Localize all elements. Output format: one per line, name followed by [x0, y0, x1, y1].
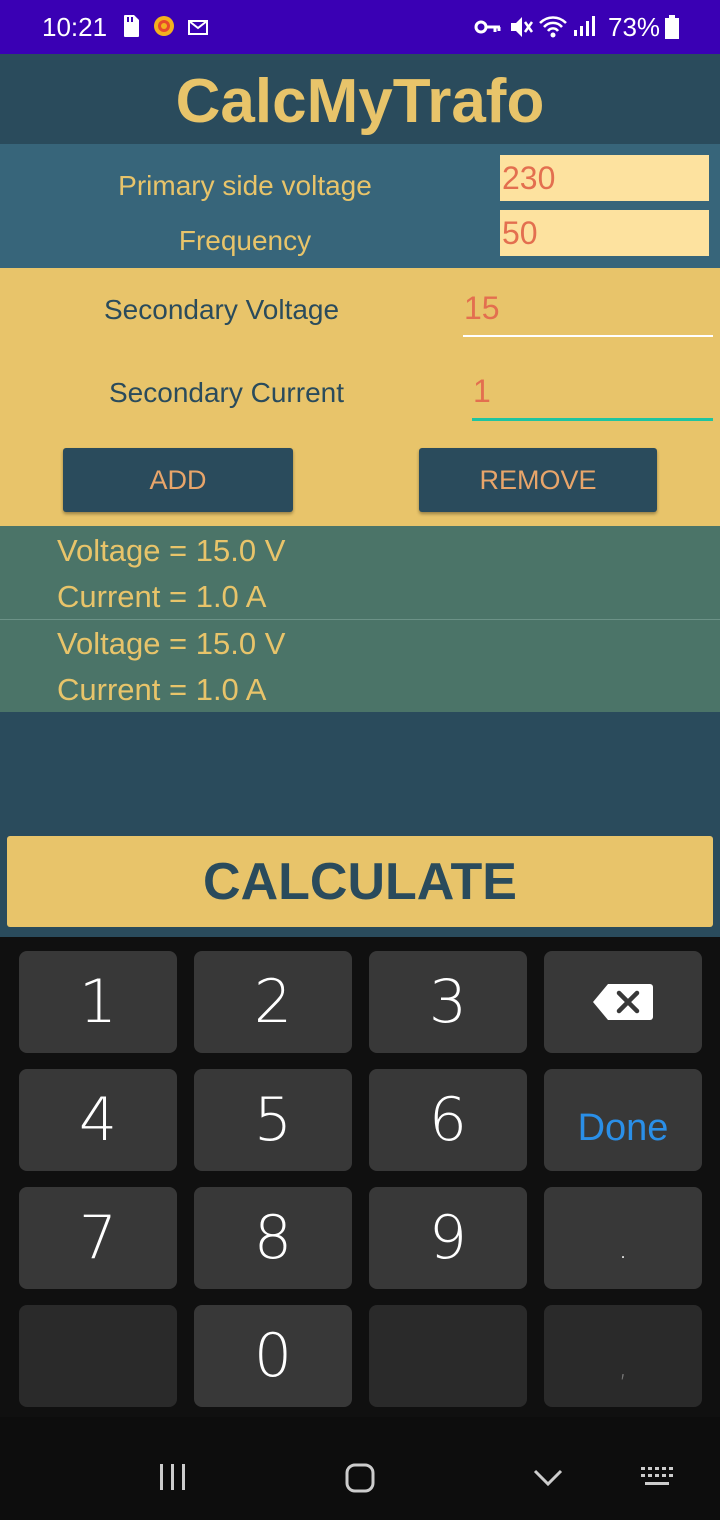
frequency-label: Frequency [178, 225, 312, 256]
backspace-key[interactable] [544, 951, 702, 1053]
key-empty-right [369, 1305, 527, 1407]
navigation-bar [0, 1417, 720, 1520]
key-comma[interactable]: , [544, 1305, 702, 1407]
sd-card-icon [124, 15, 139, 37]
secondary-voltage-input[interactable]: 15 [464, 290, 500, 327]
winding-voltage: Voltage = 15.0 V [57, 626, 286, 661]
remove-button[interactable]: REMOVE [419, 448, 657, 512]
app-header: CalcMyTrafo [0, 54, 720, 144]
secondary-current-underline [472, 418, 713, 421]
key-0[interactable]: 0 [194, 1305, 352, 1407]
windings-list: Voltage = 15.0 V Current = 1.0 A Voltage… [0, 526, 720, 712]
winding-current: Current = 1.0 A [57, 672, 267, 707]
key-5[interactable]: 5 [194, 1069, 352, 1171]
list-item[interactable]: Voltage = 15.0 V Current = 1.0 A [0, 526, 720, 619]
backspace-icon [593, 984, 653, 1020]
calculate-button[interactable]: CALCULATE [7, 836, 713, 927]
comma-label: , [618, 1349, 628, 1384]
frequency-input[interactable]: 50 [500, 210, 709, 256]
battery-percent: 73% [608, 12, 661, 42]
mute-icon [511, 17, 534, 37]
home-icon[interactable] [344, 1462, 376, 1494]
mail-icon [188, 20, 208, 35]
key-8[interactable]: 8 [194, 1187, 352, 1289]
key-empty-left [19, 1305, 177, 1407]
secondary-current-input[interactable]: 1 [473, 373, 491, 410]
secondary-voltage-underline [463, 335, 713, 337]
secondary-current-label: Secondary Current [109, 377, 345, 408]
key-4[interactable]: 4 [19, 1069, 177, 1171]
chevron-down-icon[interactable] [532, 1467, 564, 1487]
winding-current: Current = 1.0 A [57, 579, 267, 614]
done-key[interactable]: Done [544, 1069, 702, 1171]
app-notification-icon [154, 16, 174, 36]
battery-icon [665, 15, 679, 39]
wifi-icon [539, 16, 567, 38]
numeric-keyboard: 1 2 3 4 5 6 Done 7 8 9 . 0 , [0, 937, 720, 1417]
period-label: . [618, 1231, 628, 1266]
key-period[interactable]: . [544, 1187, 702, 1289]
key-1[interactable]: 1 [19, 951, 177, 1053]
keyboard-switch-icon[interactable] [640, 1465, 678, 1489]
status-bar: 10:21 73% [0, 0, 720, 54]
vpn-key-icon [474, 20, 501, 34]
primary-voltage-input[interactable]: 230 [500, 155, 709, 201]
list-item[interactable]: Voltage = 15.0 V Current = 1.0 A [0, 619, 720, 712]
primary-panel: Primary side voltage 230 Frequency 50 [0, 144, 720, 268]
key-7[interactable]: 7 [19, 1187, 177, 1289]
key-9[interactable]: 9 [369, 1187, 527, 1289]
primary-voltage-label: Primary side voltage [118, 170, 372, 201]
secondary-voltage-label: Secondary Voltage [104, 294, 340, 325]
recent-apps-icon[interactable] [158, 1463, 188, 1491]
app-title: CalcMyTrafo [175, 67, 545, 136]
secondary-panel: Secondary Voltage 15 Secondary Current 1… [0, 268, 720, 526]
signal-icon [574, 16, 595, 36]
key-3[interactable]: 3 [369, 951, 527, 1053]
done-label: Done [577, 1107, 669, 1149]
key-6[interactable]: 6 [369, 1069, 527, 1171]
clock: 10:21 [42, 12, 108, 42]
add-button[interactable]: ADD [63, 448, 293, 512]
key-2[interactable]: 2 [194, 951, 352, 1053]
winding-voltage: Voltage = 15.0 V [57, 533, 286, 568]
